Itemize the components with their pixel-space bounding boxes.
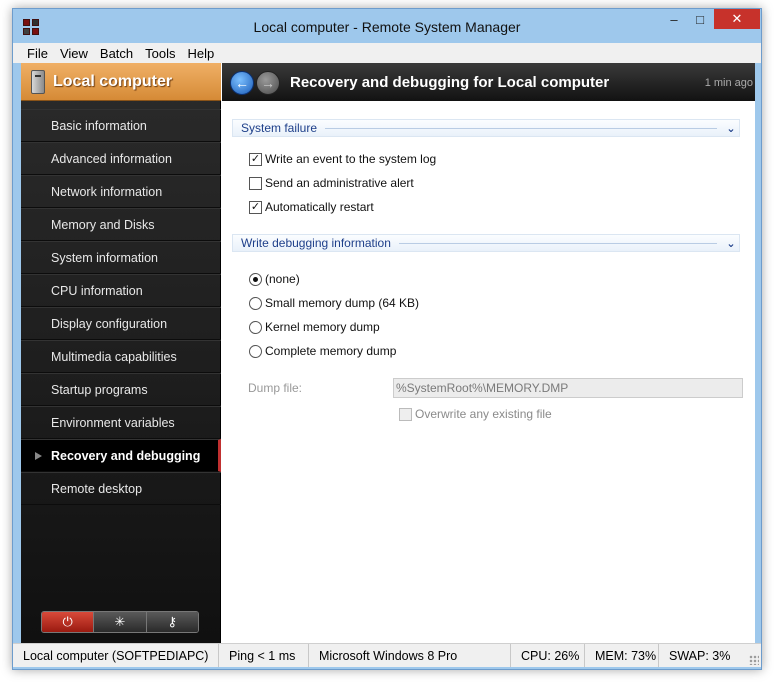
option-label: Small memory dump (64 KB) (265, 296, 420, 310)
power-icon: ⏻ (62, 614, 73, 629)
sidebar-item-system-information[interactable]: System information (21, 241, 221, 274)
sidebar-item-recovery-and-debugging[interactable]: Recovery and debugging (21, 439, 221, 472)
refresh-button[interactable]: ✳ (94, 612, 147, 632)
resize-grip[interactable] (749, 655, 759, 665)
app-window: Local computer - Remote System Manager –… (12, 8, 762, 670)
status-bar: Local computer (SOFTPEDIAPC) Ping < 1 ms… (13, 643, 761, 667)
sidebar: Local computer Basic information Advance… (21, 63, 221, 643)
sidebar-item-label: Recovery and debugging (51, 448, 201, 463)
menu-batch[interactable]: Batch (94, 46, 139, 61)
sidebar-header: Local computer (21, 63, 221, 101)
title-bar[interactable]: Local computer - Remote System Manager –… (13, 9, 761, 43)
sidebar-item-label: CPU information (51, 283, 143, 298)
sidebar-item-label: Display configuration (51, 316, 168, 331)
sidebar-item-basic-information[interactable]: Basic information (21, 109, 221, 142)
status-swap: SWAP: 3% (669, 648, 731, 663)
sidebar-item-label: System information (51, 250, 158, 265)
sidebar-item-cpu-information[interactable]: CPU information (21, 274, 221, 307)
sidebar-item-environment-variables[interactable]: Environment variables (21, 406, 221, 439)
checkbox-send-alert[interactable] (249, 176, 262, 190)
sidebar-item-startup-programs[interactable]: Startup programs (21, 373, 221, 406)
key-icon: ⚷ (167, 614, 178, 629)
group-debugging[interactable]: Write debugging information ⌄ (232, 234, 740, 252)
option-auto-restart[interactable]: ✓ Automatically restart (249, 199, 374, 215)
chevron-down-icon[interactable]: ⌄ (723, 237, 739, 250)
chevron-right-icon (35, 452, 43, 460)
power-button[interactable]: ⏻ (42, 612, 95, 632)
sidebar-item-display-configuration[interactable]: Display configuration (21, 307, 221, 340)
sidebar-item-label: Multimedia capabilities (51, 349, 177, 364)
minimize-button[interactable]: – (661, 9, 687, 29)
checkbox-auto-restart[interactable]: ✓ (249, 200, 262, 214)
option-label: (none) (265, 272, 300, 286)
forward-button[interactable]: → (256, 71, 280, 95)
radio-complete-dump[interactable]: Complete memory dump (249, 343, 396, 359)
last-updated: 1 min ago (704, 77, 753, 89)
radio-button[interactable] (249, 320, 262, 334)
status-mem: MEM: 73% (585, 644, 659, 667)
arrow-left-icon: ← (235, 75, 249, 91)
status-os: Microsoft Windows 8 Pro (309, 644, 511, 667)
radio-button[interactable] (249, 272, 262, 286)
dump-file-input[interactable] (393, 378, 743, 398)
option-label: Complete memory dump (265, 344, 397, 358)
main-header: ← → Recovery and debugging for Local com… (222, 63, 755, 101)
loading-icon: ✳ (114, 614, 126, 629)
option-overwrite[interactable]: Overwrite any existing file (399, 406, 552, 422)
group-label: Write debugging information (241, 236, 391, 250)
sidebar-item-label: Remote desktop (51, 481, 143, 496)
checkbox-write-event[interactable]: ✓ (249, 152, 262, 166)
sidebar-item-memory-and-disks[interactable]: Memory and Disks (21, 208, 221, 241)
close-button[interactable]: ✕ (714, 9, 760, 29)
sidebar-item-remote-desktop[interactable]: Remote desktop (21, 472, 221, 505)
menu-help[interactable]: Help (182, 46, 221, 61)
group-system-failure[interactable]: System failure ⌄ (232, 119, 740, 137)
status-cpu: CPU: 26% (511, 644, 585, 667)
sidebar-item-label: Advanced information (51, 151, 172, 166)
menu-bar: File View Batch Tools Help (13, 43, 761, 63)
radio-button[interactable] (249, 344, 262, 358)
option-send-alert[interactable]: Send an administrative alert (249, 175, 414, 191)
radio-kernel-dump[interactable]: Kernel memory dump (249, 319, 380, 335)
radio-small-dump[interactable]: Small memory dump (64 KB) (249, 295, 419, 311)
sidebar-item-label: Environment variables (51, 415, 175, 430)
option-label: Send an administrative alert (265, 176, 414, 190)
option-label: Kernel memory dump (265, 320, 380, 334)
divider (325, 127, 717, 129)
key-button[interactable]: ⚷ (146, 612, 198, 632)
dump-file-label: Dump file: (248, 381, 303, 395)
sidebar-item-label: Basic information (51, 118, 147, 133)
maximize-button[interactable]: □ (687, 9, 713, 29)
sidebar-item-label: Network information (51, 184, 163, 199)
option-label: Write an event to the system log (265, 152, 437, 166)
sidebar-item-network-information[interactable]: Network information (21, 175, 221, 208)
arrow-right-icon: → (261, 75, 275, 91)
menu-tools[interactable]: Tools (139, 46, 181, 61)
back-button[interactable]: ← (230, 71, 254, 95)
group-label: System failure (241, 121, 318, 135)
radio-none[interactable]: (none) (249, 271, 300, 287)
divider (398, 242, 717, 244)
sidebar-item-multimedia-capabilities[interactable]: Multimedia capabilities (21, 340, 221, 373)
sidebar-title: Local computer (53, 73, 173, 90)
radio-button[interactable] (249, 296, 262, 310)
checkbox-overwrite[interactable] (399, 407, 412, 421)
sidebar-item-label: Memory and Disks (51, 217, 155, 232)
sidebar-item-label: Startup programs (51, 382, 148, 397)
menu-view[interactable]: View (54, 46, 94, 61)
status-computer: Local computer (SOFTPEDIAPC) (13, 644, 219, 667)
sidebar-item-advanced-information[interactable]: Advanced information (21, 142, 221, 175)
option-label: Overwrite any existing file (415, 407, 552, 421)
option-write-event[interactable]: ✓ Write an event to the system log (249, 151, 436, 167)
status-ping: Ping < 1 ms (219, 644, 309, 667)
computer-icon (31, 70, 45, 94)
page-title: Recovery and debugging for Local compute… (290, 74, 610, 91)
sidebar-nav: Basic information Advanced information N… (21, 109, 221, 505)
option-label: Automatically restart (265, 200, 374, 214)
window-title: Local computer - Remote System Manager (253, 19, 521, 35)
chevron-down-icon[interactable]: ⌄ (723, 122, 739, 135)
sidebar-toolbar: ⏻ ✳ ⚷ (41, 611, 199, 633)
menu-file[interactable]: File (13, 46, 54, 61)
